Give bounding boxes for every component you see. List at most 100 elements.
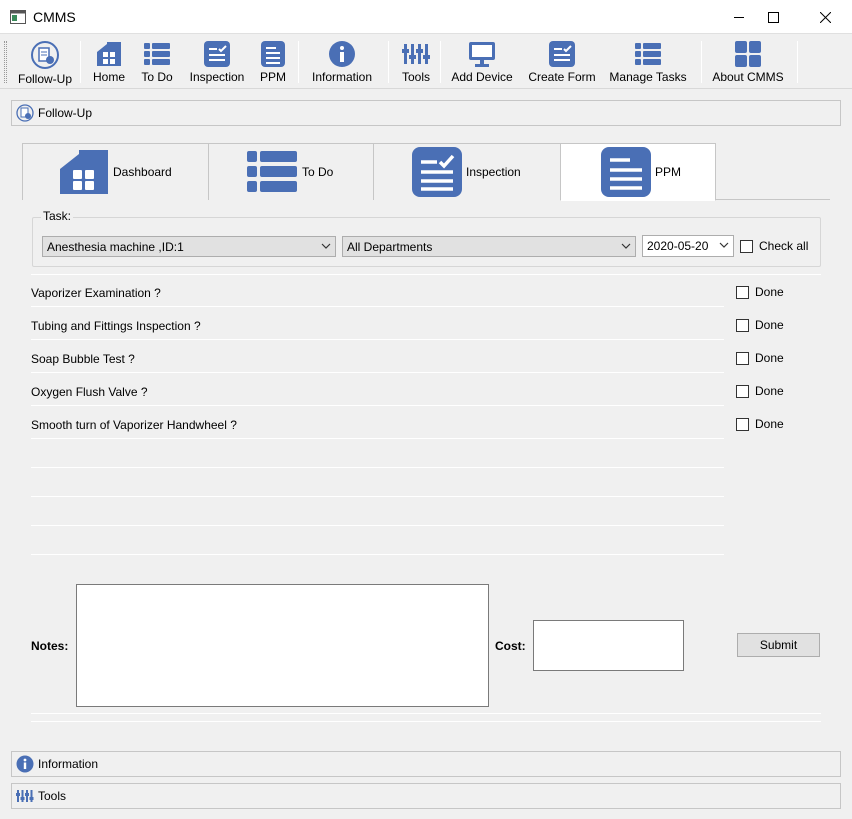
- notes-textarea[interactable]: [76, 584, 489, 707]
- section-label: Tools: [38, 789, 67, 803]
- checklist-item-label: Oxygen Flush Valve ?: [31, 385, 148, 399]
- divider: [31, 525, 724, 526]
- section-label: Follow-Up: [38, 106, 93, 120]
- tab-inspection[interactable]: Inspection: [373, 143, 561, 200]
- divider: [31, 554, 724, 555]
- done-checkbox[interactable]: Done: [736, 318, 784, 332]
- divider: [31, 496, 724, 497]
- toolbar-label: Tools: [401, 70, 430, 84]
- toolbar-separator: [298, 41, 299, 83]
- toolbar-information-button[interactable]: Information: [308, 38, 376, 86]
- information-section-header[interactable]: Information: [11, 751, 841, 777]
- title-bar: CMMS: [0, 0, 852, 34]
- tab-label: To Do: [302, 165, 334, 179]
- list-icon: [247, 151, 297, 192]
- toolbar-tools-button[interactable]: Tools: [397, 38, 435, 86]
- cost-input[interactable]: [533, 620, 684, 671]
- monitor-icon: [469, 42, 495, 67]
- tab-todo[interactable]: To Do: [208, 143, 374, 200]
- form-icon: [549, 41, 575, 67]
- tools-icon: [16, 790, 34, 802]
- toolbar-todo-button[interactable]: To Do: [136, 38, 178, 86]
- notes-label: Notes:: [31, 639, 69, 653]
- toolbar-separator: [440, 41, 441, 83]
- department-select-value: All Departments: [347, 239, 433, 254]
- toolbar-home-button[interactable]: Home: [88, 38, 130, 86]
- check-all-label: Check all: [759, 239, 809, 253]
- toolbar-label: Home: [92, 70, 125, 84]
- done-checkbox[interactable]: Done: [736, 384, 784, 398]
- device-select-value: Anesthesia machine ,ID:1: [47, 239, 184, 254]
- chevron-down-icon: [621, 243, 631, 249]
- toolbar-label: Information: [311, 70, 373, 84]
- tab-label: Inspection: [466, 165, 521, 179]
- tab-dashboard[interactable]: Dashboard: [22, 143, 209, 200]
- info-icon: [16, 755, 34, 773]
- done-checkbox[interactable]: Done: [736, 285, 784, 299]
- toolbar-label: Create Form: [528, 70, 596, 84]
- toolbar-label: To Do: [141, 70, 173, 84]
- toolbar-add-device-button[interactable]: Add Device: [448, 38, 516, 86]
- follow-up-icon: [16, 104, 34, 122]
- toolbar-separator: [701, 41, 702, 83]
- done-checkbox[interactable]: Done: [736, 351, 784, 365]
- follow-up-section-header[interactable]: Follow-Up: [11, 100, 841, 126]
- close-button[interactable]: [802, 0, 848, 34]
- cost-label: Cost:: [495, 639, 526, 653]
- checklist-item-label: Smooth turn of Vaporizer Handwheel ?: [31, 418, 237, 432]
- toolbar-inspection-button[interactable]: Inspection: [186, 38, 248, 86]
- toolbar-separator: [80, 41, 81, 83]
- done-checkbox[interactable]: Done: [736, 417, 784, 431]
- maximize-button[interactable]: [750, 0, 796, 34]
- date-picker[interactable]: 2020-05-20: [642, 235, 734, 257]
- checklist-icon: [204, 41, 230, 67]
- tab-label: Dashboard: [113, 165, 172, 179]
- section-label: Information: [38, 757, 99, 771]
- checkbox-box: [736, 318, 749, 332]
- checkbox-box: [736, 384, 749, 398]
- maximize-icon: [767, 11, 779, 23]
- toolbar-label: Add Device: [451, 70, 513, 84]
- document-icon: [261, 41, 285, 67]
- divider: [31, 405, 724, 406]
- divider: [31, 721, 821, 722]
- main-toolbar: Follow-Up Home To Do Inspection PPM Info…: [0, 35, 852, 89]
- department-select[interactable]: All Departments: [342, 236, 636, 257]
- submit-button[interactable]: Submit: [737, 633, 820, 657]
- grid-icon: [735, 41, 761, 67]
- home-icon: [60, 150, 108, 194]
- home-icon: [97, 42, 121, 66]
- done-label: Done: [755, 384, 784, 398]
- chevron-down-icon: [719, 242, 729, 248]
- window-title: CMMS: [33, 9, 76, 25]
- divider: [31, 339, 724, 340]
- follow-up-icon: [31, 41, 59, 69]
- checklist-item-label: Vaporizer Examination ?: [31, 286, 161, 300]
- checklist-item-label: Tubing and Fittings Inspection ?: [31, 319, 201, 333]
- toolbar-label: Manage Tasks: [609, 70, 687, 84]
- done-label: Done: [755, 351, 784, 365]
- document-icon: [601, 147, 651, 197]
- tools-section-header[interactable]: Tools: [11, 783, 841, 809]
- close-icon: [819, 11, 831, 23]
- divider: [31, 713, 821, 714]
- toolbar-ppm-button[interactable]: PPM: [256, 38, 290, 86]
- toolbar-separator: [388, 41, 389, 83]
- tab-ppm[interactable]: PPM: [560, 143, 716, 201]
- toolbar-follow-up-button[interactable]: Follow-Up: [14, 38, 76, 86]
- check-all-checkbox[interactable]: Check all: [740, 239, 808, 253]
- checklist-icon: [412, 147, 462, 197]
- toolbar-label: Follow-Up: [17, 72, 72, 86]
- toolbar-manage-tasks-button[interactable]: Manage Tasks: [606, 38, 690, 86]
- toolbar-label: About CMMS: [712, 70, 784, 84]
- toolbar-create-form-button[interactable]: Create Form: [526, 38, 598, 86]
- toolbar-label: PPM: [259, 70, 286, 84]
- checkbox-box: [736, 285, 749, 299]
- divider: [31, 306, 724, 307]
- device-select[interactable]: Anesthesia machine ,ID:1: [42, 236, 336, 257]
- checklist-item-label: Soap Bubble Test ?: [31, 352, 135, 366]
- done-label: Done: [755, 417, 784, 431]
- toolbar-about-button[interactable]: About CMMS: [710, 38, 786, 86]
- toolbar-grip[interactable]: [4, 41, 7, 83]
- tools-icon: [402, 44, 430, 64]
